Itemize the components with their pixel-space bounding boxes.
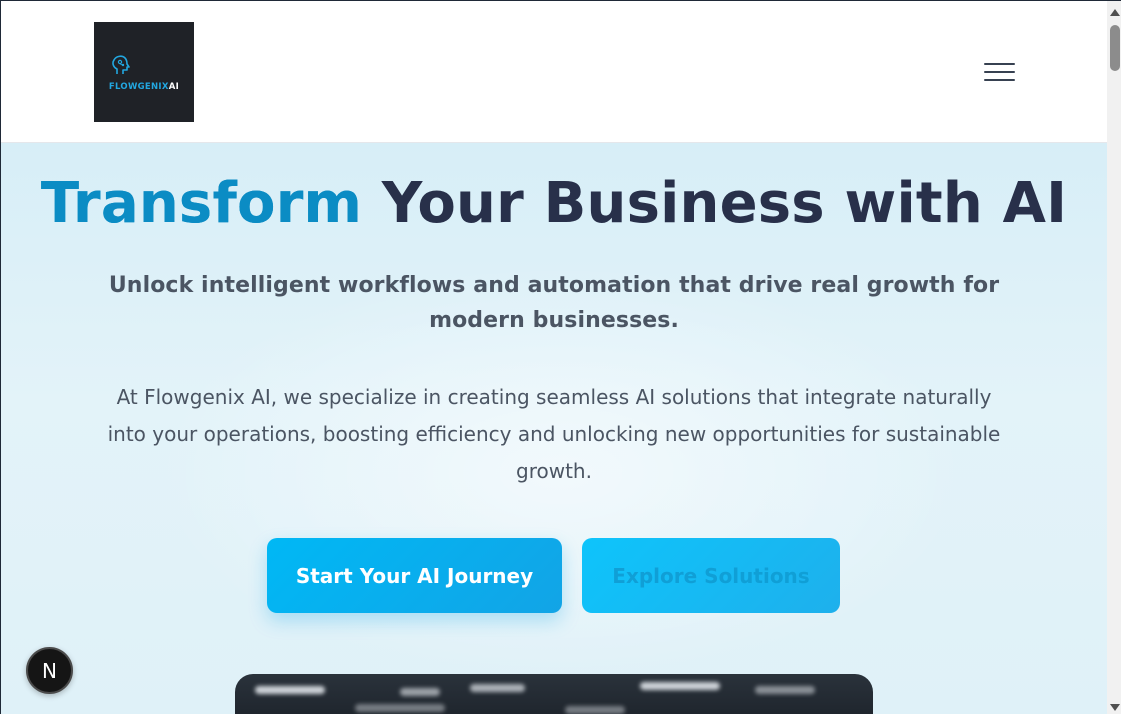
logo-wordmark: FLOWGENIXAI bbox=[108, 82, 180, 92]
browser-viewport: FLOWGENIXAI Transform Your Business with… bbox=[0, 0, 1121, 714]
scrollbar-thumb[interactable] bbox=[1110, 25, 1120, 71]
vertical-scrollbar[interactable] bbox=[1107, 1, 1121, 714]
explore-solutions-button[interactable]: Explore Solutions bbox=[582, 538, 840, 613]
hero-subtitle: Unlock intelligent workflows and automat… bbox=[108, 273, 1000, 333]
hero-title: Transform Your Business with AI bbox=[1, 171, 1107, 236]
hero-section: Transform Your Business with AI Unlock i… bbox=[1, 143, 1107, 714]
hero-description: At Flowgenix AI, we specialize in creati… bbox=[107, 385, 1001, 483]
scroll-up-arrow-icon[interactable] bbox=[1110, 9, 1120, 16]
hero-image bbox=[235, 674, 873, 714]
scroll-down-arrow-icon[interactable] bbox=[1110, 704, 1120, 711]
site-header: FLOWGENIXAI bbox=[1, 1, 1107, 143]
hero-title-rest: Your Business with AI bbox=[362, 171, 1068, 236]
flowgenix-logo[interactable]: FLOWGENIXAI bbox=[94, 22, 194, 122]
hero-title-accent: Transform bbox=[40, 171, 363, 236]
nextjs-devtools-badge[interactable]: N bbox=[26, 647, 73, 694]
hamburger-menu-icon[interactable] bbox=[984, 61, 1015, 83]
start-ai-journey-button[interactable]: Start Your AI Journey bbox=[267, 538, 562, 613]
ai-head-logo-icon bbox=[112, 55, 130, 74]
